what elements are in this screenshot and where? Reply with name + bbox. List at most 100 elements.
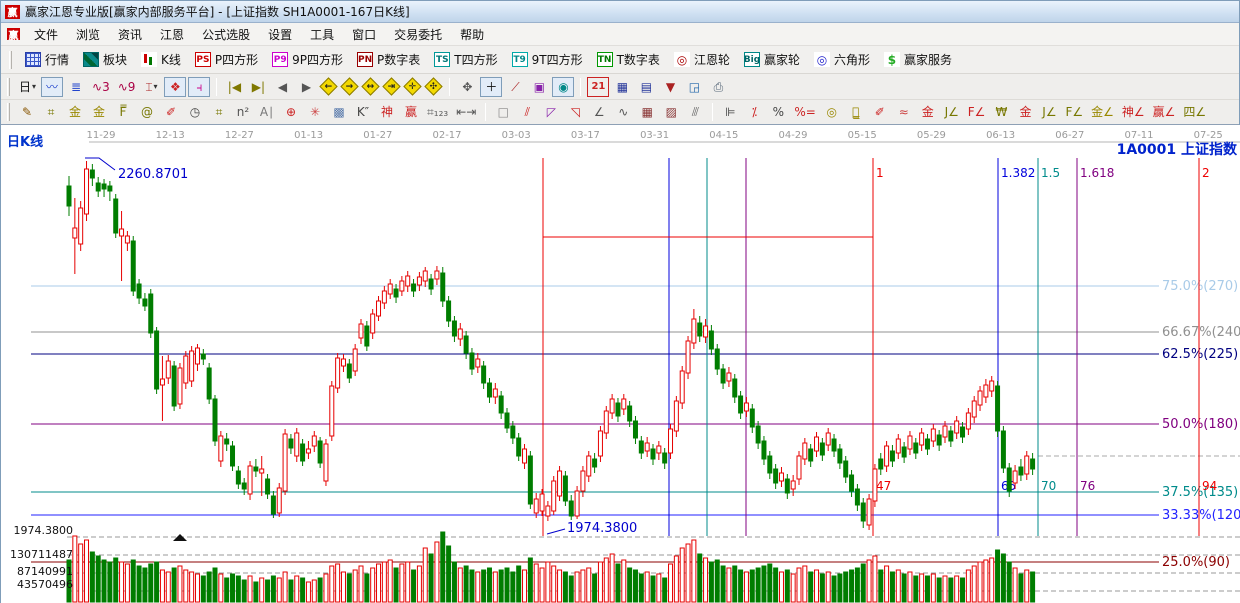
menu-item-4[interactable]: 公式选股 — [193, 23, 259, 46]
gann-fan-grid-tool[interactable]: ◹ — [564, 102, 586, 122]
t-square-button[interactable]: TS T四方形 — [429, 48, 502, 71]
menu-item-3[interactable]: 江恩 — [151, 23, 193, 46]
calendar-button[interactable]: 21 — [587, 76, 610, 97]
hexagon-button[interactable]: ◎ 六角形 — [809, 48, 875, 71]
gold-lines-tool[interactable]: 金̳ — [845, 102, 867, 122]
j-angle2-tool[interactable]: J∠ — [1038, 102, 1060, 122]
shen-tool[interactable]: 神 — [376, 102, 398, 122]
prev-bar-button[interactable]: ◀ — [271, 77, 293, 97]
width-measure-tool[interactable]: ⇤⇥ — [453, 102, 479, 122]
f-angle2-tool[interactable]: F∠ — [1062, 102, 1086, 122]
chart-surface[interactable]: 11-29 12-13 12-27 01-13 01-27 02-17 03-03 03-17… — [1, 125, 1240, 603]
menu-item-1[interactable]: 浏览 — [67, 23, 109, 46]
shen-angle-tool[interactable]: 神∠ — [1119, 102, 1148, 122]
compress-bars-icon[interactable]: ⇥ — [382, 77, 402, 96]
ying-tool[interactable]: 赢 — [400, 102, 422, 122]
gold-underline-tool[interactable]: 金 — [1014, 102, 1036, 122]
spiral-tool[interactable]: @ — [136, 102, 158, 122]
a-line-tool[interactable]: A∣ — [256, 102, 278, 122]
menu-item-9[interactable]: 帮助 — [451, 23, 493, 46]
k-mark-tool[interactable]: K″ — [352, 102, 374, 122]
star-grid-tool[interactable]: ✳ — [304, 102, 326, 122]
wave-band2-tool[interactable]: ₩ — [990, 102, 1012, 122]
gann-shape-button[interactable]: ▣ — [528, 77, 550, 97]
quotes-button[interactable]: 行情 — [20, 48, 74, 71]
expand-bars-icon[interactable]: ✛ — [403, 77, 423, 96]
p-square-button[interactable]: PS P四方形 — [190, 48, 263, 71]
period-day-button[interactable]: 日 ▾ — [16, 77, 39, 97]
gann-wheel-button[interactable]: ◎ 江恩轮 — [669, 48, 735, 71]
f-ruler-tool[interactable]: F̿ — [112, 102, 134, 122]
red-pencil-tool[interactable]: ✐ — [160, 102, 182, 122]
notes-button[interactable]: ▤ — [635, 77, 657, 97]
percent-lines2-tool[interactable]: %= — [791, 102, 818, 122]
j-angle-tool[interactable]: J∠ — [941, 102, 963, 122]
toolbar-grip[interactable] — [7, 103, 10, 121]
gann-fan-box-tool[interactable]: ◸ — [540, 102, 562, 122]
ruler2-tool[interactable]: ⌗ — [208, 102, 230, 122]
si-angle-tool[interactable]: 四∠ — [1180, 102, 1209, 122]
winner-service-button[interactable]: $ 赢家服务 — [879, 48, 957, 71]
p-number-table-button[interactable]: PN P数字表 — [352, 48, 425, 71]
gold-red-tool[interactable]: 金 — [917, 102, 939, 122]
box-grid-tool[interactable]: ▩ — [328, 102, 350, 122]
menu-item-5[interactable]: 设置 — [259, 23, 301, 46]
ying-angle-tool[interactable]: 赢∠ — [1150, 102, 1179, 122]
box-tool[interactable]: □ — [492, 102, 514, 122]
save-button[interactable]: ▼ — [659, 77, 681, 97]
trendline-button[interactable]: ⟋ — [504, 77, 526, 97]
calculator-button[interactable]: ▦ — [611, 77, 633, 97]
gold-circle-tool[interactable]: ◎ — [821, 102, 843, 122]
title-bar[interactable]: 赢 赢家江恩专业版[赢家内部服务平台] - [上证指数 SH1A0001-167… — [1, 1, 1239, 23]
ruler-123-tool[interactable]: ⌗₁₂₃ — [424, 102, 451, 122]
menu-item-8[interactable]: 交易委托 — [385, 23, 451, 46]
flag-pencil-tool[interactable]: ✐ — [869, 102, 891, 122]
gold-square2-tool[interactable]: 金 — [88, 102, 110, 122]
gold-square-tool[interactable]: 金 — [64, 102, 86, 122]
ruler-tool[interactable]: ⌗ — [40, 102, 62, 122]
winner-wheel-button[interactable]: Big 赢家轮 — [739, 48, 805, 71]
toolbar-grip[interactable] — [7, 77, 10, 96]
percent-tool[interactable]: % — [767, 102, 789, 122]
parallel-lines-tool[interactable]: ⫻ — [684, 102, 706, 122]
zoom-out-horizontal-icon[interactable]: ↔ — [361, 77, 381, 96]
gann-fan-tool[interactable]: ⫽ — [516, 102, 538, 122]
f-angle-tool[interactable]: F∠ — [965, 102, 989, 122]
n-square-tool[interactable]: n² — [232, 102, 254, 122]
scroll-right-icon[interactable]: → — [340, 77, 360, 96]
scroll-left-icon[interactable]: ← — [319, 77, 339, 96]
menu-item-6[interactable]: 工具 — [301, 23, 343, 46]
price-scale-tool[interactable]: ⊫ — [719, 102, 741, 122]
zigzag-tool[interactable]: ∿ — [612, 102, 634, 122]
t-number-table-button[interactable]: TN T数字表 — [592, 48, 665, 71]
zigzag-overlay-button[interactable]: 〰 — [41, 76, 64, 97]
print-button[interactable]: ⎙ — [707, 77, 729, 97]
info-panel-button[interactable]: ≣ — [65, 77, 87, 97]
menu-item-2[interactable]: 资讯 — [109, 23, 151, 46]
candle-style-button[interactable]: ⌶ ▾ — [140, 77, 162, 97]
sectors-button[interactable]: 板块 — [78, 48, 132, 71]
menu-item-0[interactable]: 文件 — [25, 23, 67, 46]
full-view-icon[interactable]: ✣ — [424, 77, 444, 96]
percent-line-tool[interactable]: ⁒ — [743, 102, 765, 122]
time-clock-tool[interactable]: ◷ — [184, 102, 206, 122]
9p-square-button[interactable]: P9 9P四方形 — [267, 48, 348, 71]
grid-tool[interactable]: ▦ — [636, 102, 658, 122]
gold-angle-tool[interactable]: 金∠ — [1088, 102, 1117, 122]
angle-lines-tool[interactable]: ∠ — [588, 102, 610, 122]
profile-histogram-button[interactable]: ⫞ — [188, 76, 211, 97]
smart-brain-button[interactable]: ◉ — [552, 76, 575, 97]
wave-9-button[interactable]: ∿9 — [115, 77, 139, 97]
wave-band-tool[interactable]: ≈ — [893, 102, 915, 122]
crosshair-button[interactable]: ＋ — [480, 76, 503, 97]
first-bar-button[interactable]: |◀ — [223, 77, 245, 97]
grid-arrow-tool[interactable]: ▨ — [660, 102, 682, 122]
9t-square-button[interactable]: T9 9T四方形 — [507, 48, 588, 71]
last-bar-button[interactable]: ▶| — [247, 77, 269, 97]
circle-cross-tool[interactable]: ⊕ — [280, 102, 302, 122]
pencil-tool[interactable]: ✎ — [16, 102, 38, 122]
export-web-button[interactable]: ◲ — [683, 77, 705, 97]
pattern-overlay-button[interactable]: ❖ — [164, 76, 187, 97]
hand-pan-button[interactable]: ✥ — [456, 77, 478, 97]
kline-button[interactable]: K线 — [136, 48, 186, 71]
